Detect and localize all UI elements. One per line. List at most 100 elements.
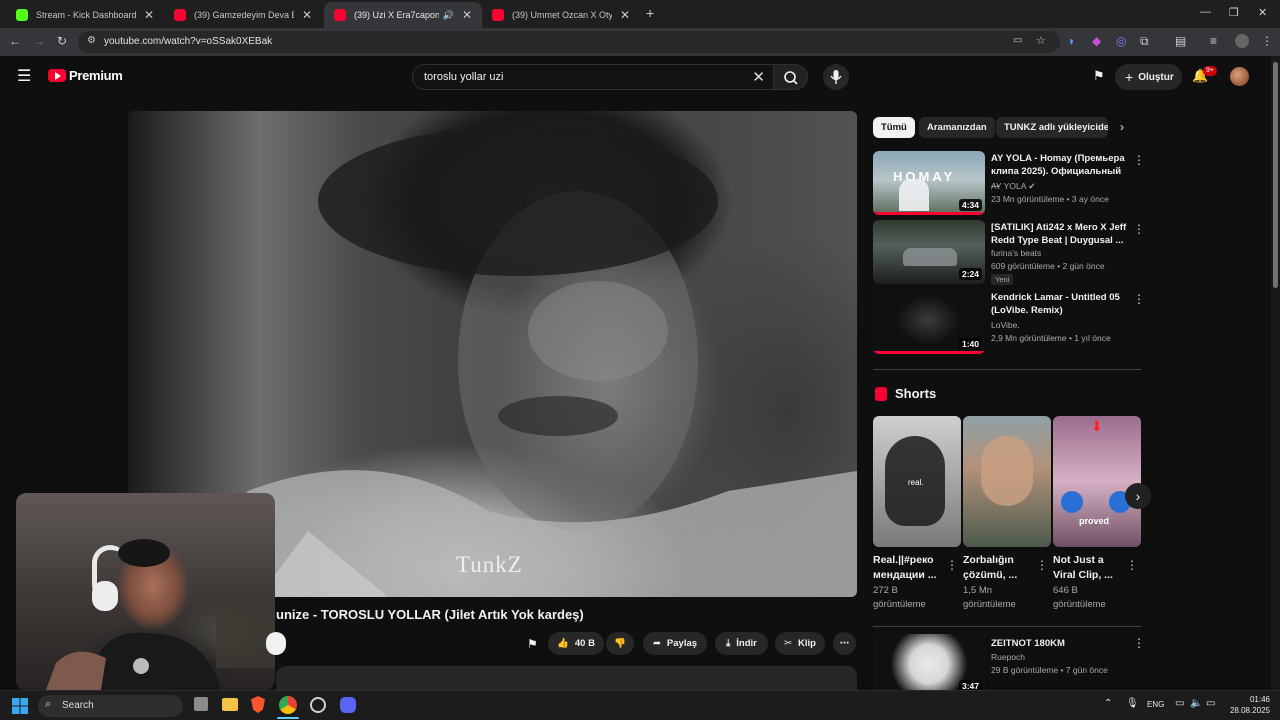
more-vert-icon[interactable]: ⋮ bbox=[946, 558, 958, 572]
brave-browser-icon[interactable] bbox=[251, 696, 265, 713]
share-button[interactable]: ➦ Paylaş bbox=[643, 632, 707, 655]
clip-button[interactable]: ✂ Klip bbox=[775, 632, 825, 655]
short-title[interactable]: Not Just a Viral Clip, ... bbox=[1053, 553, 1127, 583]
extensions-puzzle-icon[interactable]: ⧉ bbox=[1140, 34, 1149, 49]
channel-name[interactable]: LoVibe. bbox=[991, 320, 1020, 330]
browser-tab-kick[interactable]: Stream - Kick Dashboard ✕ bbox=[6, 2, 164, 28]
short-thumbnail[interactable]: real. bbox=[873, 416, 961, 547]
ask-ai-icon[interactable]: ⚑ bbox=[527, 637, 538, 651]
short-thumbnail[interactable] bbox=[963, 416, 1051, 547]
video-thumbnail[interactable]: 3:47 bbox=[873, 634, 985, 690]
youtube-masthead: ☰ Premium toroslu yollar uzi ✕ ⚑ + Oluşt… bbox=[0, 56, 1270, 98]
tray-overflow-icon[interactable]: ⌃ bbox=[1104, 698, 1112, 709]
sidebar-icon[interactable]: ▤ bbox=[1175, 34, 1186, 48]
more-vert-icon[interactable]: ⋮ bbox=[1036, 558, 1048, 572]
windows-start-icon[interactable] bbox=[12, 698, 28, 714]
new-tab-icon[interactable]: + bbox=[646, 5, 654, 21]
reload-icon[interactable]: ↻ bbox=[57, 34, 67, 48]
short-title[interactable]: Real.||#реко мендации ... bbox=[873, 553, 947, 583]
forward-icon[interactable]: → bbox=[33, 34, 45, 48]
close-window-icon[interactable]: ✕ bbox=[1258, 6, 1267, 19]
file-explorer-icon[interactable] bbox=[222, 698, 238, 711]
search-input[interactable]: toroslu yollar uzi ✕ bbox=[412, 64, 774, 90]
reading-list-icon[interactable]: ≡ bbox=[1210, 34, 1217, 48]
scrollbar-thumb[interactable] bbox=[1273, 62, 1278, 288]
task-view-icon[interactable] bbox=[194, 697, 208, 711]
clock-time[interactable]: 01:46 bbox=[1226, 695, 1270, 704]
close-tab-icon[interactable]: ✕ bbox=[620, 8, 630, 22]
search-button[interactable] bbox=[774, 64, 808, 90]
page-scrollbar[interactable] bbox=[1271, 56, 1280, 690]
browser-tab-ummet[interactable]: (39) Ummet Ozcan X Otyken Al ✕ bbox=[482, 2, 640, 28]
minimize-icon[interactable]: — bbox=[1200, 6, 1211, 18]
site-info-icon[interactable]: ⚙ bbox=[87, 35, 96, 46]
language-indicator[interactable]: ENG bbox=[1147, 700, 1164, 709]
browser-tab-gamzedeyim[interactable]: (39) Gamzedeyim Deva Bulmam ✕ bbox=[164, 2, 322, 28]
short-views: 272 B görüntüleme bbox=[873, 585, 926, 610]
channel-name[interactable]: Ruepoch bbox=[991, 652, 1025, 662]
back-icon[interactable]: ← bbox=[9, 34, 21, 48]
recommendation-item[interactable]: HOMAY 4:34 AY YOLA - Homay (Премьера кли… bbox=[873, 151, 1145, 215]
download-button[interactable]: ⤓ İndir bbox=[715, 632, 768, 655]
address-bar[interactable]: ⚙ youtube.com/watch?v=oSSak0XEBak ▭ ☆ bbox=[78, 31, 1060, 53]
short-title[interactable]: Zorbalığın çözümü, ... bbox=[963, 553, 1037, 583]
chip-from-uploader[interactable]: TUNKZ adlı yükleyiciden bbox=[996, 117, 1108, 138]
clock-date[interactable]: 28.08.2025 bbox=[1226, 706, 1270, 715]
shorts-next-button[interactable]: › bbox=[1125, 483, 1151, 509]
chip-all[interactable]: Tümü bbox=[873, 117, 915, 138]
profile-avatar[interactable] bbox=[1235, 34, 1249, 48]
description-box[interactable] bbox=[276, 666, 857, 690]
speaker-icon[interactable]: 🔊 bbox=[443, 10, 454, 21]
more-vert-icon[interactable]: ⋮ bbox=[1133, 222, 1145, 236]
discord-icon[interactable] bbox=[340, 697, 356, 713]
chip-from-search[interactable]: Aramanızdan bbox=[919, 117, 995, 138]
subscribe-button[interactable] bbox=[266, 632, 286, 655]
video-title[interactable]: [SATILIK] Ati242 x Mero X Jeff Redd Type… bbox=[991, 221, 1131, 247]
video-title[interactable]: ZEITNOT 180KM bbox=[991, 637, 1131, 650]
hamburger-menu-icon[interactable]: ☰ bbox=[17, 66, 31, 86]
browser-menu-icon[interactable]: ⋮ bbox=[1261, 34, 1273, 48]
clear-search-icon[interactable]: ✕ bbox=[752, 68, 765, 86]
recommendation-item[interactable]: 2:24 [SATILIK] Ati242 x Mero X Jeff Redd… bbox=[873, 220, 1145, 285]
chevron-right-icon[interactable]: › bbox=[1120, 120, 1124, 134]
close-tab-icon[interactable]: ✕ bbox=[302, 8, 312, 22]
create-button[interactable]: + Oluştur bbox=[1115, 64, 1182, 90]
microphone-tray-icon[interactable]: 🎙 bbox=[1126, 698, 1139, 709]
youtube-premium-label[interactable]: Premium bbox=[69, 68, 123, 83]
video-thumbnail[interactable]: HOMAY 4:34 bbox=[873, 151, 985, 215]
more-vert-icon[interactable]: ⋮ bbox=[1133, 636, 1145, 650]
chrome-icon[interactable] bbox=[279, 696, 297, 714]
scissors-icon: ✂ bbox=[784, 638, 792, 649]
channel-name[interactable]: AY YOLA ✔ bbox=[991, 181, 1035, 192]
bookmark-star-icon[interactable]: ☆ bbox=[1036, 34, 1046, 47]
like-button[interactable]: 👍 40 B bbox=[548, 632, 604, 655]
restore-icon[interactable]: ❐ bbox=[1229, 6, 1239, 19]
recommendation-item[interactable]: 1:40 Kendrick Lamar - Untitled 05 (LoVib… bbox=[873, 290, 1145, 354]
volume-icon[interactable]: 🔈 bbox=[1190, 698, 1202, 709]
video-thumbnail[interactable]: 1:40 bbox=[873, 290, 985, 354]
battery-icon[interactable]: ▭ bbox=[1206, 698, 1215, 709]
cast-share-icon[interactable]: ⚑ bbox=[1093, 68, 1105, 84]
extension-icon[interactable]: ◗ bbox=[1068, 34, 1075, 48]
taskbar-search-box[interactable]: ⌕ Search bbox=[38, 695, 183, 717]
dislike-button[interactable]: 👎 bbox=[606, 632, 634, 655]
more-actions-button[interactable]: ⋯ bbox=[833, 632, 856, 655]
extension-icon[interactable]: ◆ bbox=[1092, 34, 1101, 48]
channel-name[interactable]: furina's beats bbox=[991, 248, 1041, 258]
browser-tab-uzi[interactable]: (39) Uzi X Era7capone X Ov 🔊 ✕ bbox=[324, 2, 482, 28]
network-icon[interactable]: ▭ bbox=[1175, 698, 1184, 709]
recommendation-item[interactable]: 3:47 ZEITNOT 180KM Ruepoch 29 B görüntül… bbox=[873, 634, 1145, 690]
close-tab-icon[interactable]: ✕ bbox=[144, 8, 154, 22]
video-title[interactable]: Kendrick Lamar - Untitled 05 (LoVibe. Re… bbox=[991, 291, 1131, 317]
video-thumbnail[interactable]: 2:24 bbox=[873, 220, 985, 284]
more-vert-icon[interactable]: ⋮ bbox=[1133, 292, 1145, 306]
extension-icon[interactable]: ◎ bbox=[1116, 34, 1126, 48]
short-thumbnail[interactable]: ⬇ proved bbox=[1053, 416, 1141, 547]
cast-icon[interactable]: ▭ bbox=[1013, 35, 1022, 46]
obs-icon[interactable] bbox=[310, 697, 326, 713]
close-tab-icon[interactable]: ✕ bbox=[462, 8, 472, 22]
more-vert-icon[interactable]: ⋮ bbox=[1133, 153, 1145, 167]
more-vert-icon[interactable]: ⋮ bbox=[1126, 558, 1138, 572]
account-avatar[interactable] bbox=[1230, 67, 1249, 86]
voice-search-button[interactable] bbox=[823, 64, 849, 90]
